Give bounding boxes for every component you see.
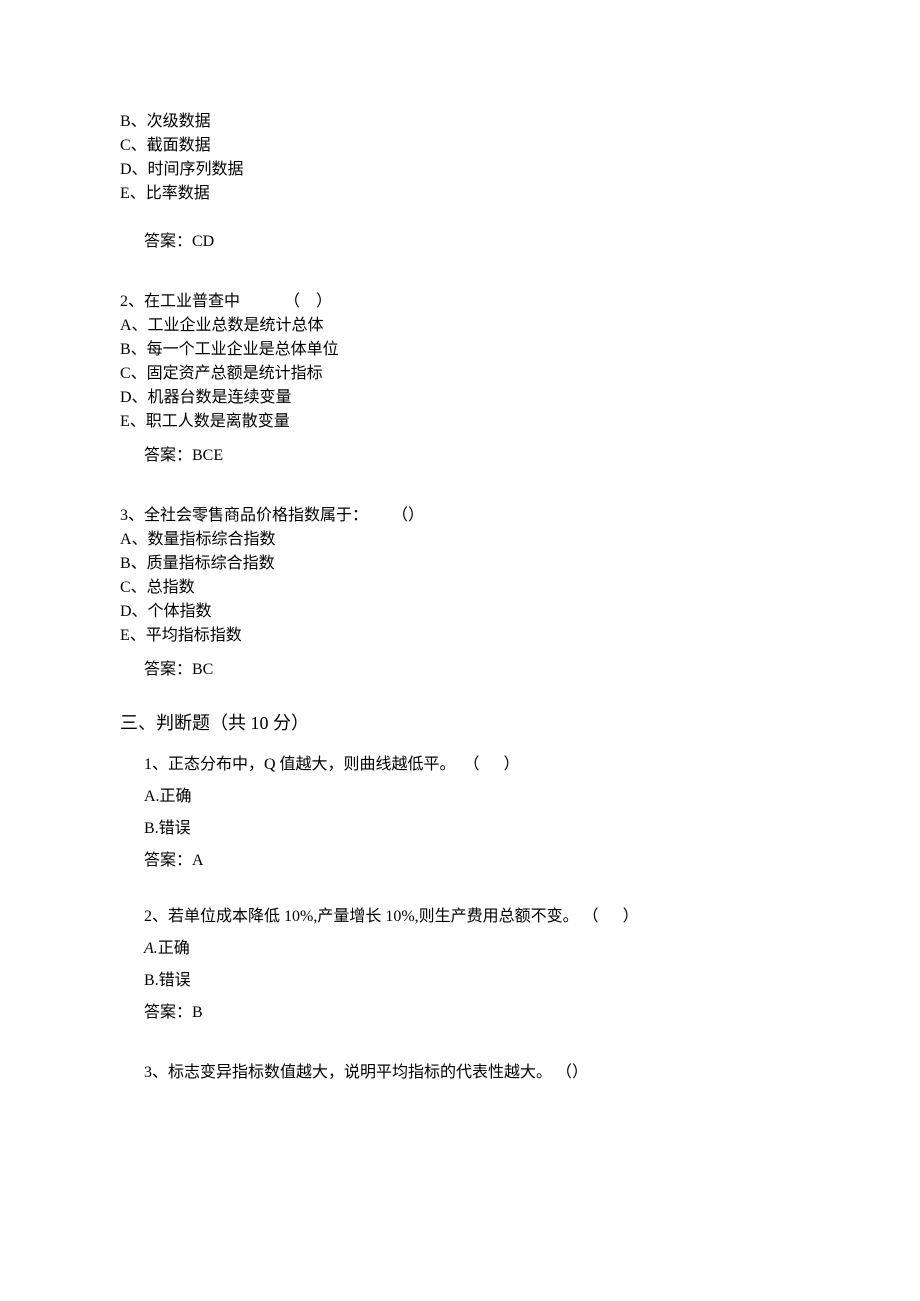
q2-options: A、工业企业总数是统计总体 B、每一个工业企业是总体单位 C、固定资产总额是统计… <box>120 314 800 434</box>
section3-heading: 三、判断题（共 10 分） <box>120 710 800 737</box>
q3-option-c: C、总指数 <box>120 576 800 600</box>
q2-answer: 答案：BCE <box>120 444 800 468</box>
tf2-block: 2、若单位成本降低 10%,产量增长 10%,则生产费用总额不变。 （ ） A.… <box>120 905 800 1025</box>
tf1-option-a: A.正确 <box>144 785 800 809</box>
exam-page: B、次级数据 C、截面数据 D、时间序列数据 E、比率数据 答案：CD 2、在工… <box>0 0 920 1085</box>
q1-option-c: C、截面数据 <box>120 134 800 158</box>
tf2-answer: 答案：B <box>144 1001 800 1025</box>
tf2-option-a-text: 正确 <box>158 940 190 957</box>
tf2-option-a: A.正确 <box>144 937 800 961</box>
q1-option-b: B、次级数据 <box>120 110 800 134</box>
tf1-stem: 1、正态分布中，Q 值越大，则曲线越低平。 （ ） <box>144 753 800 777</box>
q3-answer: 答案：BC <box>120 658 800 682</box>
q2-option-d: D、机器台数是连续变量 <box>120 386 800 410</box>
q1-option-d: D、时间序列数据 <box>120 158 800 182</box>
q3-stem: 3、全社会零售商品价格指数属于： （） <box>120 504 800 528</box>
q2-option-b: B、每一个工业企业是总体单位 <box>120 338 800 362</box>
q1-answer: 答案：CD <box>120 230 800 254</box>
q3-option-b: B、质量指标综合指数 <box>120 552 800 576</box>
tf2-option-a-prefix: A. <box>144 940 158 957</box>
q3-option-d: D、个体指数 <box>120 600 800 624</box>
q2-option-a: A、工业企业总数是统计总体 <box>120 314 800 338</box>
q3-option-a: A、数量指标综合指数 <box>120 528 800 552</box>
tf2-stem: 2、若单位成本降低 10%,产量增长 10%,则生产费用总额不变。 （ ） <box>144 905 800 929</box>
q3-option-e: E、平均指标指数 <box>120 624 800 648</box>
q3-options: A、数量指标综合指数 B、质量指标综合指数 C、总指数 D、个体指数 E、平均指… <box>120 528 800 648</box>
tf1-block: 1、正态分布中，Q 值越大，则曲线越低平。 （ ） A.正确 B.错误 答案：A <box>120 753 800 873</box>
q2-option-c: C、固定资产总额是统计指标 <box>120 362 800 386</box>
q2-option-e: E、职工人数是离散变量 <box>120 410 800 434</box>
q1-option-e: E、比率数据 <box>120 182 800 206</box>
tf2-option-b: B.错误 <box>144 969 800 993</box>
q2-stem: 2、在工业普查中 （ ） <box>120 290 800 314</box>
tf1-option-b: B.错误 <box>144 817 800 841</box>
tf3-stem: 3、标志变异指标数值越大，说明平均指标的代表性越大。 （） <box>144 1061 800 1085</box>
tf1-answer: 答案：A <box>144 849 800 873</box>
q1-options: B、次级数据 C、截面数据 D、时间序列数据 E、比率数据 <box>120 110 800 206</box>
tf3-block: 3、标志变异指标数值越大，说明平均指标的代表性越大。 （） <box>120 1061 800 1085</box>
